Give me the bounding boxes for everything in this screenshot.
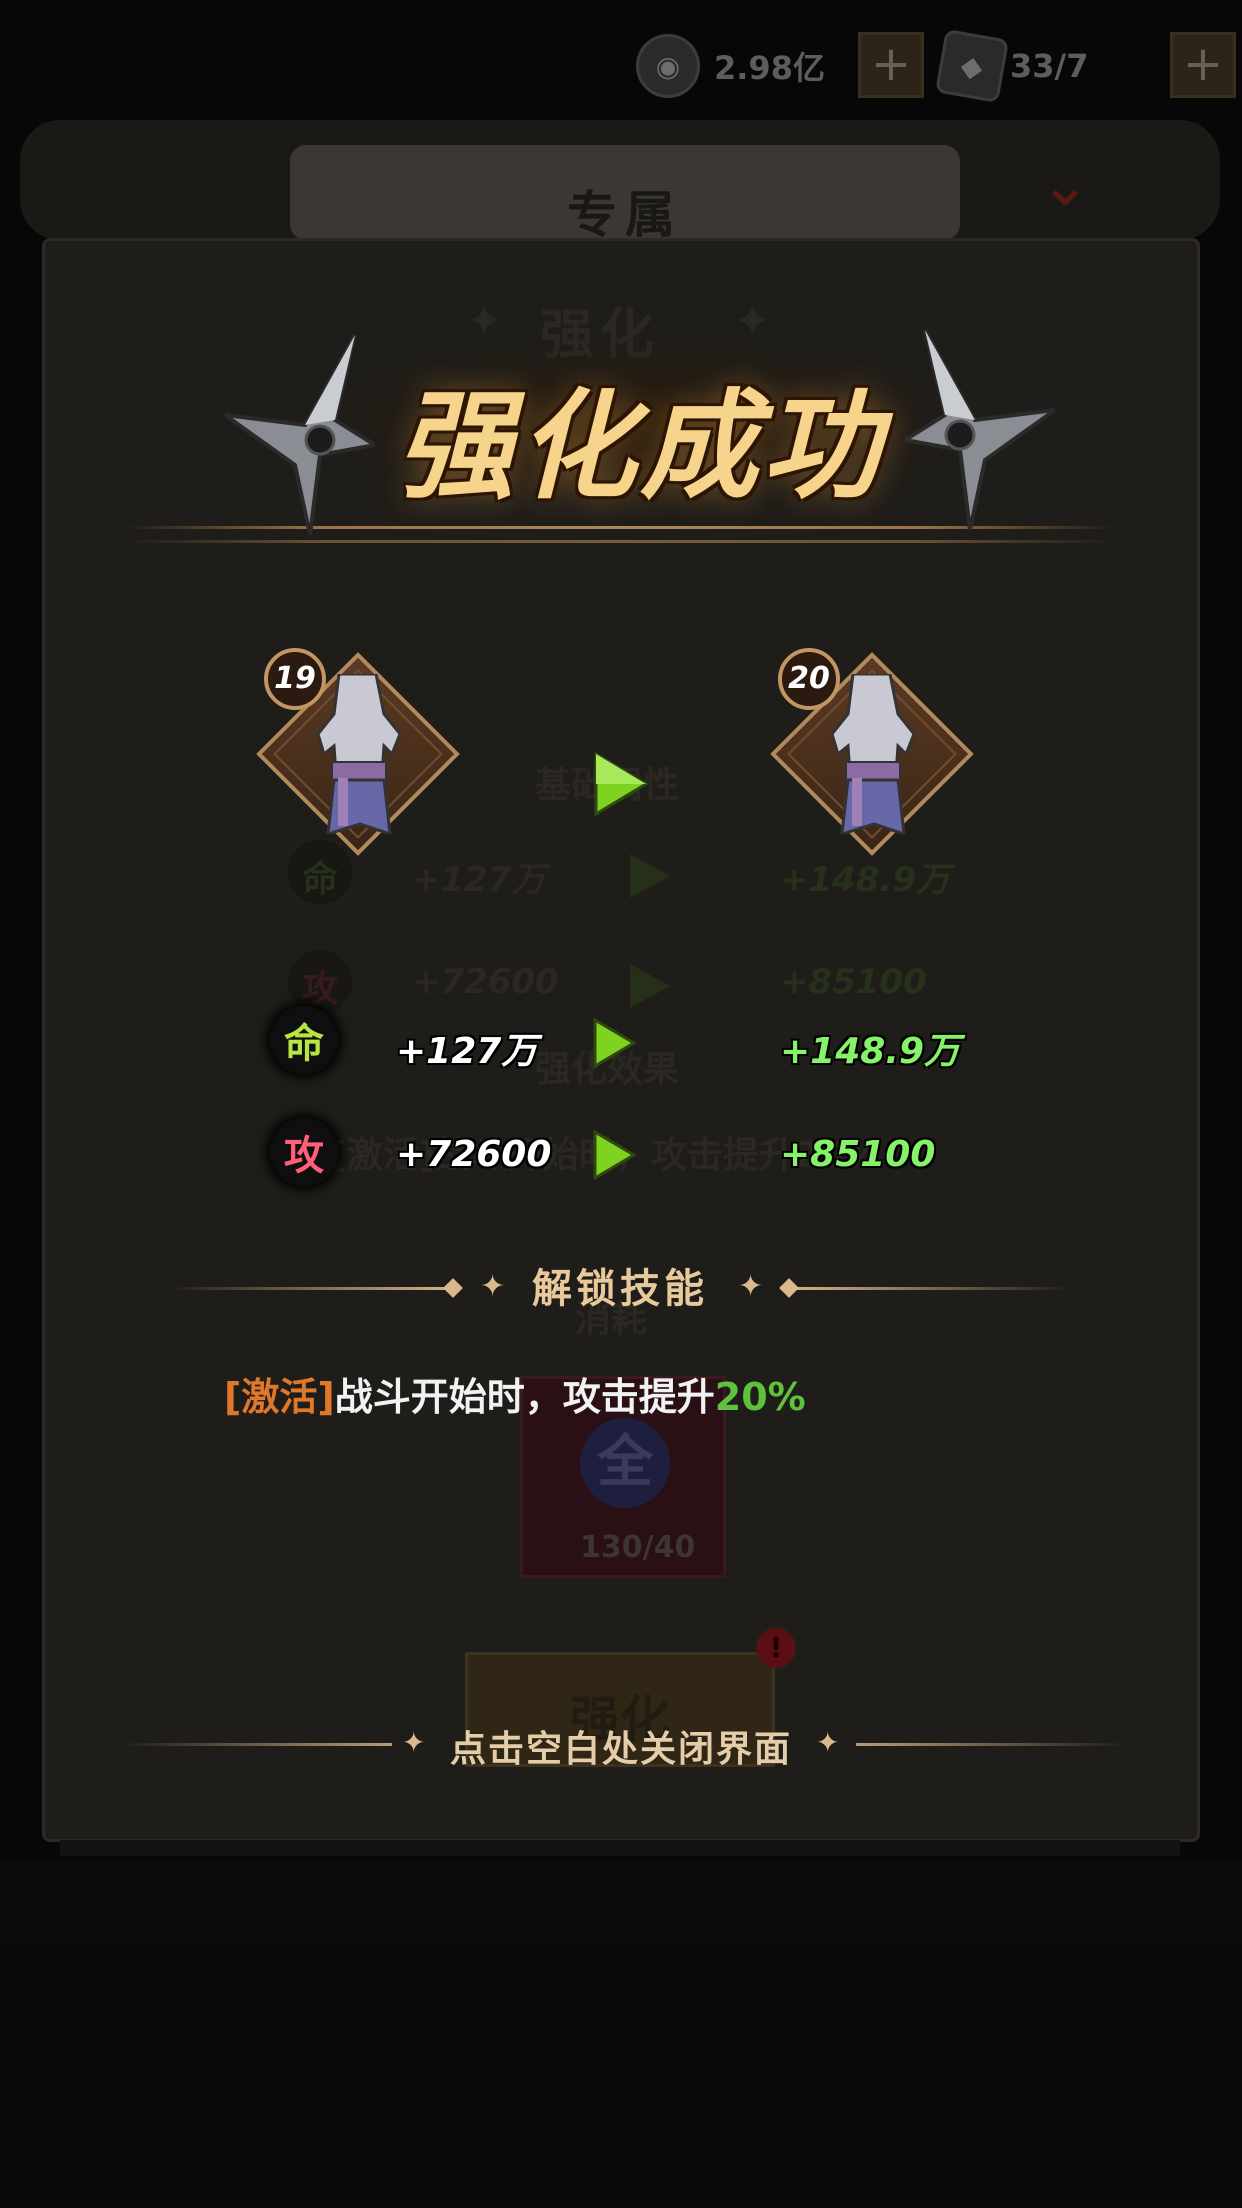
skill-description: [激活]战斗开始时，攻击提升20% <box>224 1366 806 1421</box>
coin-resource: ◉ 2.98亿 <box>636 30 825 102</box>
divider-star-icon: ✦ <box>738 1269 764 1304</box>
add-coins-button[interactable]: + <box>858 32 924 98</box>
life-stat-badge: 命 <box>270 1006 338 1074</box>
background-attack-from: +72600 <box>412 962 559 1002</box>
upgrade-arrow-icon <box>594 752 648 816</box>
hint-divider-left <box>120 1743 392 1746</box>
stamina-value: 33/7 <box>1010 47 1089 85</box>
resource-bar: ◉ 2.98亿 + ◆ 33/7 + <box>0 0 1242 130</box>
stat-arrow-icon <box>593 1130 636 1180</box>
life-stat-after: +148.9万 <box>780 1031 961 1072</box>
add-stamina-button[interactable]: + <box>1170 32 1236 98</box>
background-life-to: +148.9万 <box>780 860 951 900</box>
skill-text: 战斗开始时，攻击提升 <box>334 1375 715 1419</box>
alert-badge-icon: ! <box>756 1628 796 1668</box>
gem-icon: ◆ <box>934 28 1010 104</box>
attack-stat-before: +72600 <box>396 1134 552 1175</box>
popup-title: 强化成功 <box>395 376 884 515</box>
life-stat-before: +127万 <box>396 1031 538 1072</box>
background-tab-title: 专属 <box>567 186 683 244</box>
background-attack-label: 攻 <box>302 969 339 1010</box>
background-arrow-icon <box>630 964 670 1008</box>
skill-value: 20% <box>714 1375 806 1419</box>
hint-star-icon: ✦ <box>816 1726 840 1759</box>
coin-icon: ◉ <box>636 34 700 98</box>
attack-stat-badge: 攻 <box>270 1118 338 1186</box>
panel-shadow <box>60 1840 1180 1856</box>
collapse-chevron-icon[interactable]: ⌄ <box>1040 155 1130 215</box>
skill-tag: [激活] <box>224 1375 335 1419</box>
background-life-label: 命 <box>302 859 339 900</box>
banner-line <box>125 540 1115 543</box>
background-life-from: +127万 <box>412 860 546 900</box>
section-divider-left <box>170 1287 460 1290</box>
level-before-badge: 19 <box>264 648 326 710</box>
material-count: 130/40 <box>580 1530 696 1565</box>
attack-stat-after: +85100 <box>780 1134 936 1175</box>
background-arrow-icon <box>630 854 670 898</box>
material-orb-icon: 全 <box>580 1418 670 1508</box>
unlock-skill-title: 解锁技能 <box>532 1266 708 1312</box>
robe-icon <box>830 674 916 834</box>
hint-divider-right <box>856 1743 1128 1746</box>
coin-value: 2.98亿 <box>714 49 825 87</box>
robe-icon <box>316 674 402 834</box>
stat-arrow-icon <box>593 1018 636 1068</box>
background-attack-to: +85100 <box>780 962 927 1002</box>
stamina-resource: ◆ 33/7 <box>934 28 1089 104</box>
close-hint[interactable]: 点击空白处关闭界面 <box>420 1720 822 1772</box>
section-divider-right <box>782 1287 1072 1290</box>
background-tab: 专属 <box>290 145 960 244</box>
level-after-badge: 20 <box>778 648 840 710</box>
dismiss-area[interactable] <box>0 1860 1242 2208</box>
